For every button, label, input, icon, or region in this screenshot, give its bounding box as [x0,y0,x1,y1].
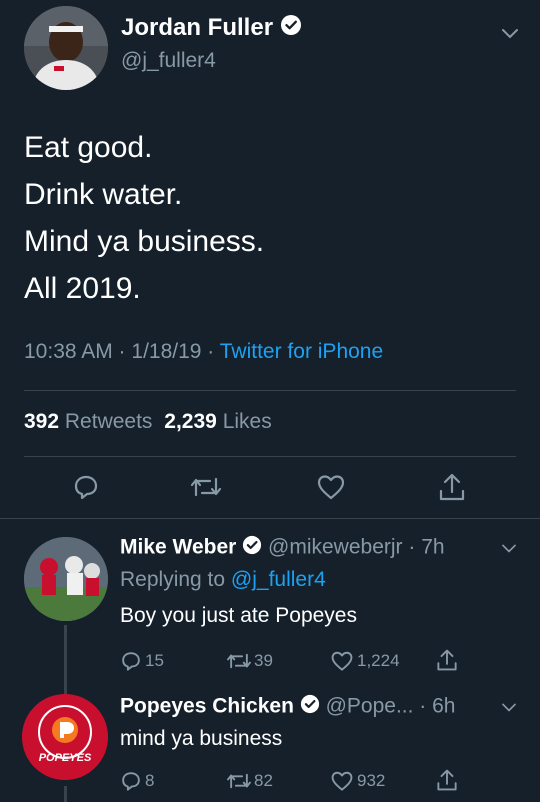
reply-handle-time[interactable]: @mikeweberjr · 7h [268,536,445,559]
tweet-source-link[interactable]: Twitter for iPhone [220,340,383,363]
retweet-button[interactable]: 39 [226,650,273,672]
reply-count: 8 [145,771,155,790]
heart-icon [330,650,354,672]
reply-avatar[interactable] [24,537,108,621]
like-count[interactable]: 2,239 Likes [164,410,271,433]
reply-icon [72,473,100,501]
thread-line [64,786,67,802]
verified-badge-icon [300,694,320,720]
like-button[interactable]: 932 [330,770,385,792]
reply-button[interactable]: 15 [120,650,164,672]
like-count: 932 [357,771,386,790]
retweet-icon [226,650,252,672]
retweet-count-label: Retweets [64,410,153,433]
chevron-down-icon[interactable] [500,26,520,45]
like-count-value: 2,239 [164,410,217,433]
reply-button[interactable] [72,473,100,501]
reply-text: mind ya business [120,727,283,750]
share-button[interactable] [436,648,458,672]
retweet-icon [190,473,222,501]
reply-text: Boy you just ate Popeyes [120,604,357,627]
reply-icon [120,770,142,792]
divider [24,390,516,391]
reply-author-name[interactable]: Popeyes Chicken [120,695,294,718]
popeyes-logo-avatar[interactable]: POPEYES [22,694,108,780]
like-count-label: Likes [222,410,272,433]
heart-icon [316,473,346,501]
tweet-text: Eat good. Drink water. Mind ya business.… [24,124,264,312]
author-handle[interactable]: @j_fuller4 [121,49,216,73]
retweet-count-value: 392 [24,410,60,433]
tweet-line: Mind ya business. [24,225,265,258]
replying-to-link[interactable]: @j_fuller4 [231,568,326,591]
heart-icon [330,770,354,792]
retweet-button[interactable]: 82 [226,770,273,792]
tweet-line: Eat good. [24,131,153,164]
retweet-icon [226,770,252,792]
share-button[interactable] [436,768,458,792]
replying-to-label: Replying to [120,568,231,591]
tweet-timestamp: 10:38 AM · 1/18/19 · [24,340,220,363]
reply-author-name[interactable]: Mike Weber [120,536,236,559]
share-icon [436,648,458,672]
like-button[interactable] [316,473,346,501]
author-name[interactable]: Jordan Fuller [121,14,273,41]
popeyes-logo-text: POPEYES [38,752,92,764]
share-icon [438,472,466,502]
chevron-down-icon[interactable] [500,700,518,718]
tweet-line: All 2019. [24,272,141,305]
reply-button[interactable]: 8 [120,770,154,792]
reply-count: 15 [145,651,164,670]
share-icon [436,768,458,792]
like-count: 1,224 [357,651,400,670]
main-avatar[interactable] [24,6,108,90]
share-button[interactable] [438,472,466,502]
retweet-button[interactable] [190,473,222,501]
verified-badge-icon [242,535,262,561]
section-divider [0,518,540,519]
retweet-count: 82 [254,771,273,790]
thread-line [64,625,67,695]
reply-handle-time[interactable]: @Pope... · 6h [326,695,456,718]
divider [24,456,516,457]
retweet-count[interactable]: 392 Retweets [24,410,158,433]
chevron-down-icon[interactable] [500,541,518,559]
reply-icon [120,650,142,672]
retweet-count: 39 [254,651,273,670]
verified-badge-icon [280,14,302,43]
like-button[interactable]: 1,224 [330,650,400,672]
tweet-line: Drink water. [24,178,183,211]
